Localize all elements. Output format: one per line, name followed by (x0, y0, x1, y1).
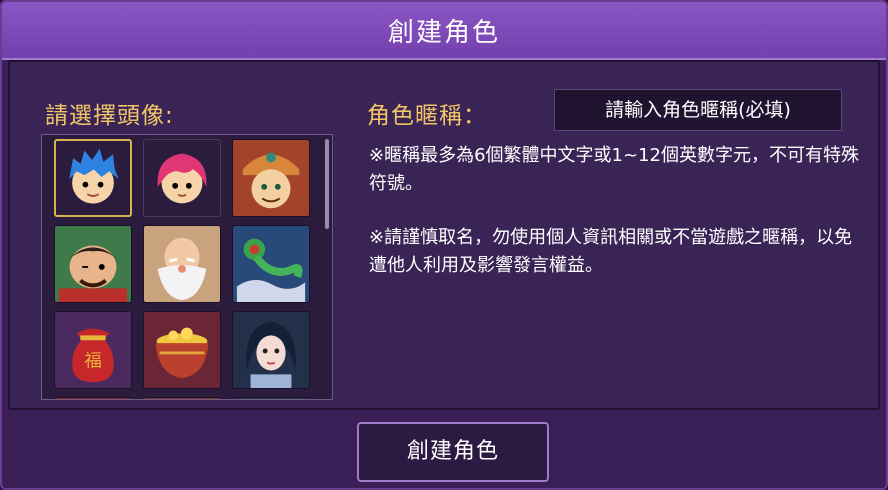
nickname-input[interactable]: 請輸入角色暱稱(必填) (554, 89, 842, 131)
avatar-fairy-lady[interactable] (232, 311, 310, 389)
blue-hair-boy-icon (69, 148, 119, 204)
naming-caution-note: ※請謹慎取名，勿使用個人資訊相關或不當遊戲之暱稱，以免遭他人利用及影響發言權益。 (369, 227, 853, 276)
content-panel: 請選擇頭像: 福 角色暱稱： 請輸入角色暱稱(必填) ※暱稱最多為6個繁體中文字… (8, 60, 880, 410)
create-character-button[interactable]: 創建角色 (357, 422, 549, 482)
jade-ruyi-icon (233, 226, 309, 302)
avatar-jade-ruyi[interactable] (232, 225, 310, 303)
avatar-winking-fat-man[interactable] (54, 225, 132, 303)
fortune-bag-icon: 福 (55, 312, 131, 388)
fairy-lady-icon (233, 312, 309, 388)
nickname-label: 角色暱稱： (367, 103, 487, 129)
avatar-grid: 福 (41, 134, 333, 400)
create-character-dialog: 創建角色 請選擇頭像: 福 角色暱稱： 請輸入角色暱稱(必填) ※暱稱最多為6個… (0, 0, 888, 490)
avatar-gold-treasure-pot[interactable] (143, 311, 221, 389)
avatar-fortune-bag[interactable]: 福 (54, 311, 132, 389)
avatar-pink-hair-girl[interactable] (143, 139, 221, 217)
dialog-footer: 創建角色 (2, 412, 886, 488)
old-man-icon (144, 226, 220, 302)
avatar-grid-scrollbar[interactable] (325, 139, 329, 229)
dialog-title: 創建角色 (387, 18, 500, 48)
avatar-red-helmet-general[interactable] (232, 139, 310, 217)
avatar-partial-2[interactable] (143, 397, 221, 399)
avatar-blue-hair-boy[interactable] (54, 139, 132, 217)
dialog-titlebar: 創建角色 (2, 2, 886, 60)
avatar-partial-1[interactable] (54, 397, 132, 399)
svg-text:福: 福 (84, 352, 102, 372)
avatar-picker-label: 請選擇頭像: (45, 103, 174, 129)
avatar-partial-3[interactable] (232, 397, 310, 399)
nickname-rule-note: ※暱稱最多為6個繁體中文字或1~12個英數字元，不可有特殊符號。 (369, 145, 859, 194)
pink-hair-girl-icon (157, 153, 207, 204)
fat-man-icon (55, 226, 131, 302)
avatar-old-man-white-beard[interactable] (143, 225, 221, 303)
treasure-pot-icon (144, 312, 220, 388)
general-icon (233, 140, 309, 216)
